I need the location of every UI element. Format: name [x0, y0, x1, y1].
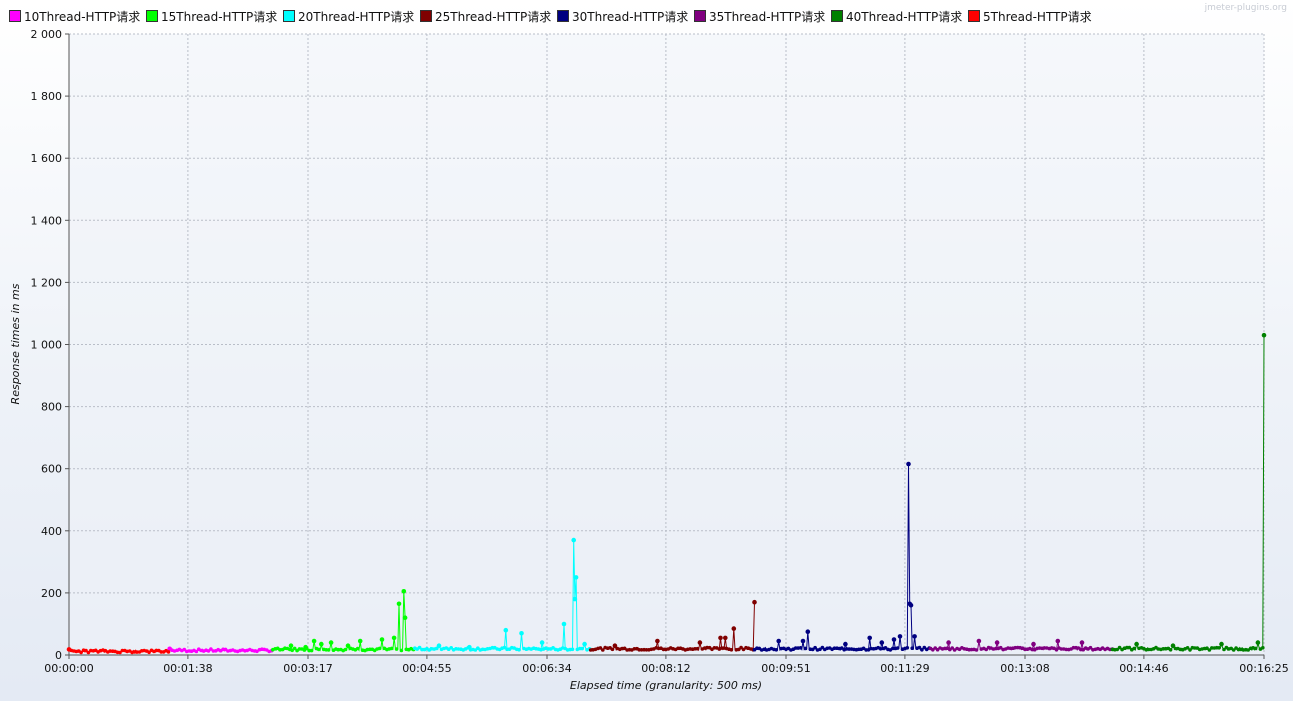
- data-point: [910, 646, 914, 650]
- data-point: [697, 640, 703, 645]
- data-point: [752, 599, 757, 605]
- data-point: [402, 615, 408, 620]
- data-point: [309, 648, 314, 653]
- data-point: [1132, 646, 1136, 651]
- y-tick-label: 400: [41, 525, 62, 538]
- y-tick-label: 1 400: [31, 214, 63, 227]
- data-point: [905, 646, 910, 650]
- data-point: [805, 629, 811, 634]
- data-point: [317, 647, 321, 652]
- data-point: [503, 627, 509, 633]
- data-point: [391, 635, 397, 641]
- data-point: [288, 643, 294, 648]
- y-tick-label: 1 000: [31, 339, 63, 352]
- data-point: [843, 641, 848, 647]
- data-point: [1168, 648, 1173, 652]
- data-point: [895, 646, 900, 650]
- data-point: [311, 638, 317, 644]
- data-point: [582, 641, 587, 647]
- data-point: [328, 640, 334, 645]
- data-point: [1255, 640, 1261, 645]
- data-point: [731, 626, 737, 631]
- data-point: [389, 646, 394, 651]
- data-point: [718, 635, 723, 641]
- data-point: [800, 638, 806, 644]
- data-point: [401, 589, 407, 594]
- data-point: [1055, 638, 1061, 644]
- data-point: [867, 635, 872, 641]
- data-point: [573, 575, 579, 580]
- data-point: [695, 646, 700, 651]
- data-point: [1134, 641, 1139, 647]
- data-point: [379, 637, 385, 642]
- data-point: [1031, 641, 1036, 647]
- data-point: [399, 648, 404, 653]
- data-point: [570, 647, 575, 652]
- data-point: [803, 646, 808, 651]
- data-point: [974, 648, 979, 652]
- data-point: [723, 635, 728, 641]
- data-point: [539, 640, 545, 645]
- data-point: [561, 621, 567, 627]
- x-tick-label: 00:08:12: [641, 662, 690, 675]
- data-point: [396, 601, 402, 607]
- data-point: [906, 461, 911, 467]
- x-tick-label: 00:14:46: [1119, 662, 1168, 675]
- data-point: [377, 646, 382, 651]
- data-point: [1217, 646, 1221, 650]
- x-axis-title: Elapsed time (granularity: 500 ms): [570, 679, 762, 692]
- data-point: [326, 648, 331, 652]
- x-tick-label: 00:06:34: [522, 662, 571, 675]
- data-point: [394, 647, 399, 651]
- data-point: [166, 650, 171, 654]
- data-point: [776, 638, 781, 644]
- data-point: [580, 646, 584, 651]
- x-tick-label: 00:03:17: [283, 662, 332, 675]
- data-point: [976, 638, 982, 644]
- x-tick-label: 00:01:38: [163, 662, 212, 675]
- y-tick-label: 600: [41, 463, 62, 476]
- data-point: [655, 638, 660, 644]
- y-tick-label: 800: [41, 401, 62, 414]
- data-point: [1253, 646, 1258, 651]
- data-point: [994, 640, 1000, 645]
- x-tick-label: 00:00:00: [44, 662, 93, 675]
- x-tick-label: 00:04:55: [402, 662, 451, 675]
- data-point: [908, 603, 914, 608]
- response-times-chart: 0 200 400 600 800 1 000 1 200 1 400 1 600 1 800 2 …: [9, 28, 1289, 692]
- data-point: [879, 640, 885, 645]
- data-point: [1219, 641, 1224, 647]
- data-point: [1261, 332, 1267, 338]
- x-tick-label: 00:13:08: [1000, 662, 1049, 675]
- y-axis-title: Response times in ms: [9, 283, 22, 404]
- y-tick-label: 200: [41, 587, 62, 600]
- y-tick-label: 2 000: [31, 28, 63, 41]
- x-tick-label: 00:11:29: [880, 662, 929, 675]
- data-point: [891, 637, 897, 642]
- y-tick-label: 1 600: [31, 152, 63, 165]
- data-point: [729, 648, 734, 652]
- data-point: [343, 647, 348, 652]
- data-point: [436, 643, 442, 648]
- data-point: [571, 537, 576, 543]
- data-point: [897, 634, 903, 639]
- data-point: [798, 646, 803, 650]
- y-tick-label: 1 800: [31, 90, 63, 103]
- data-point: [610, 647, 615, 652]
- data-point: [912, 634, 917, 639]
- data-point: [1079, 640, 1085, 645]
- data-point: [572, 596, 578, 602]
- data-point: [319, 641, 324, 647]
- data-point: [357, 638, 363, 644]
- data-point: [355, 646, 360, 651]
- data-point: [774, 648, 779, 652]
- data-point: [519, 631, 524, 636]
- x-tick-label: 00:09:51: [761, 662, 810, 675]
- data-point: [517, 647, 521, 652]
- x-tick-label: 00:16:25: [1239, 662, 1288, 675]
- data-point: [946, 640, 951, 645]
- y-tick-label: 1 200: [31, 276, 63, 289]
- y-tick-label: 0: [55, 649, 62, 662]
- data-point: [1261, 646, 1265, 650]
